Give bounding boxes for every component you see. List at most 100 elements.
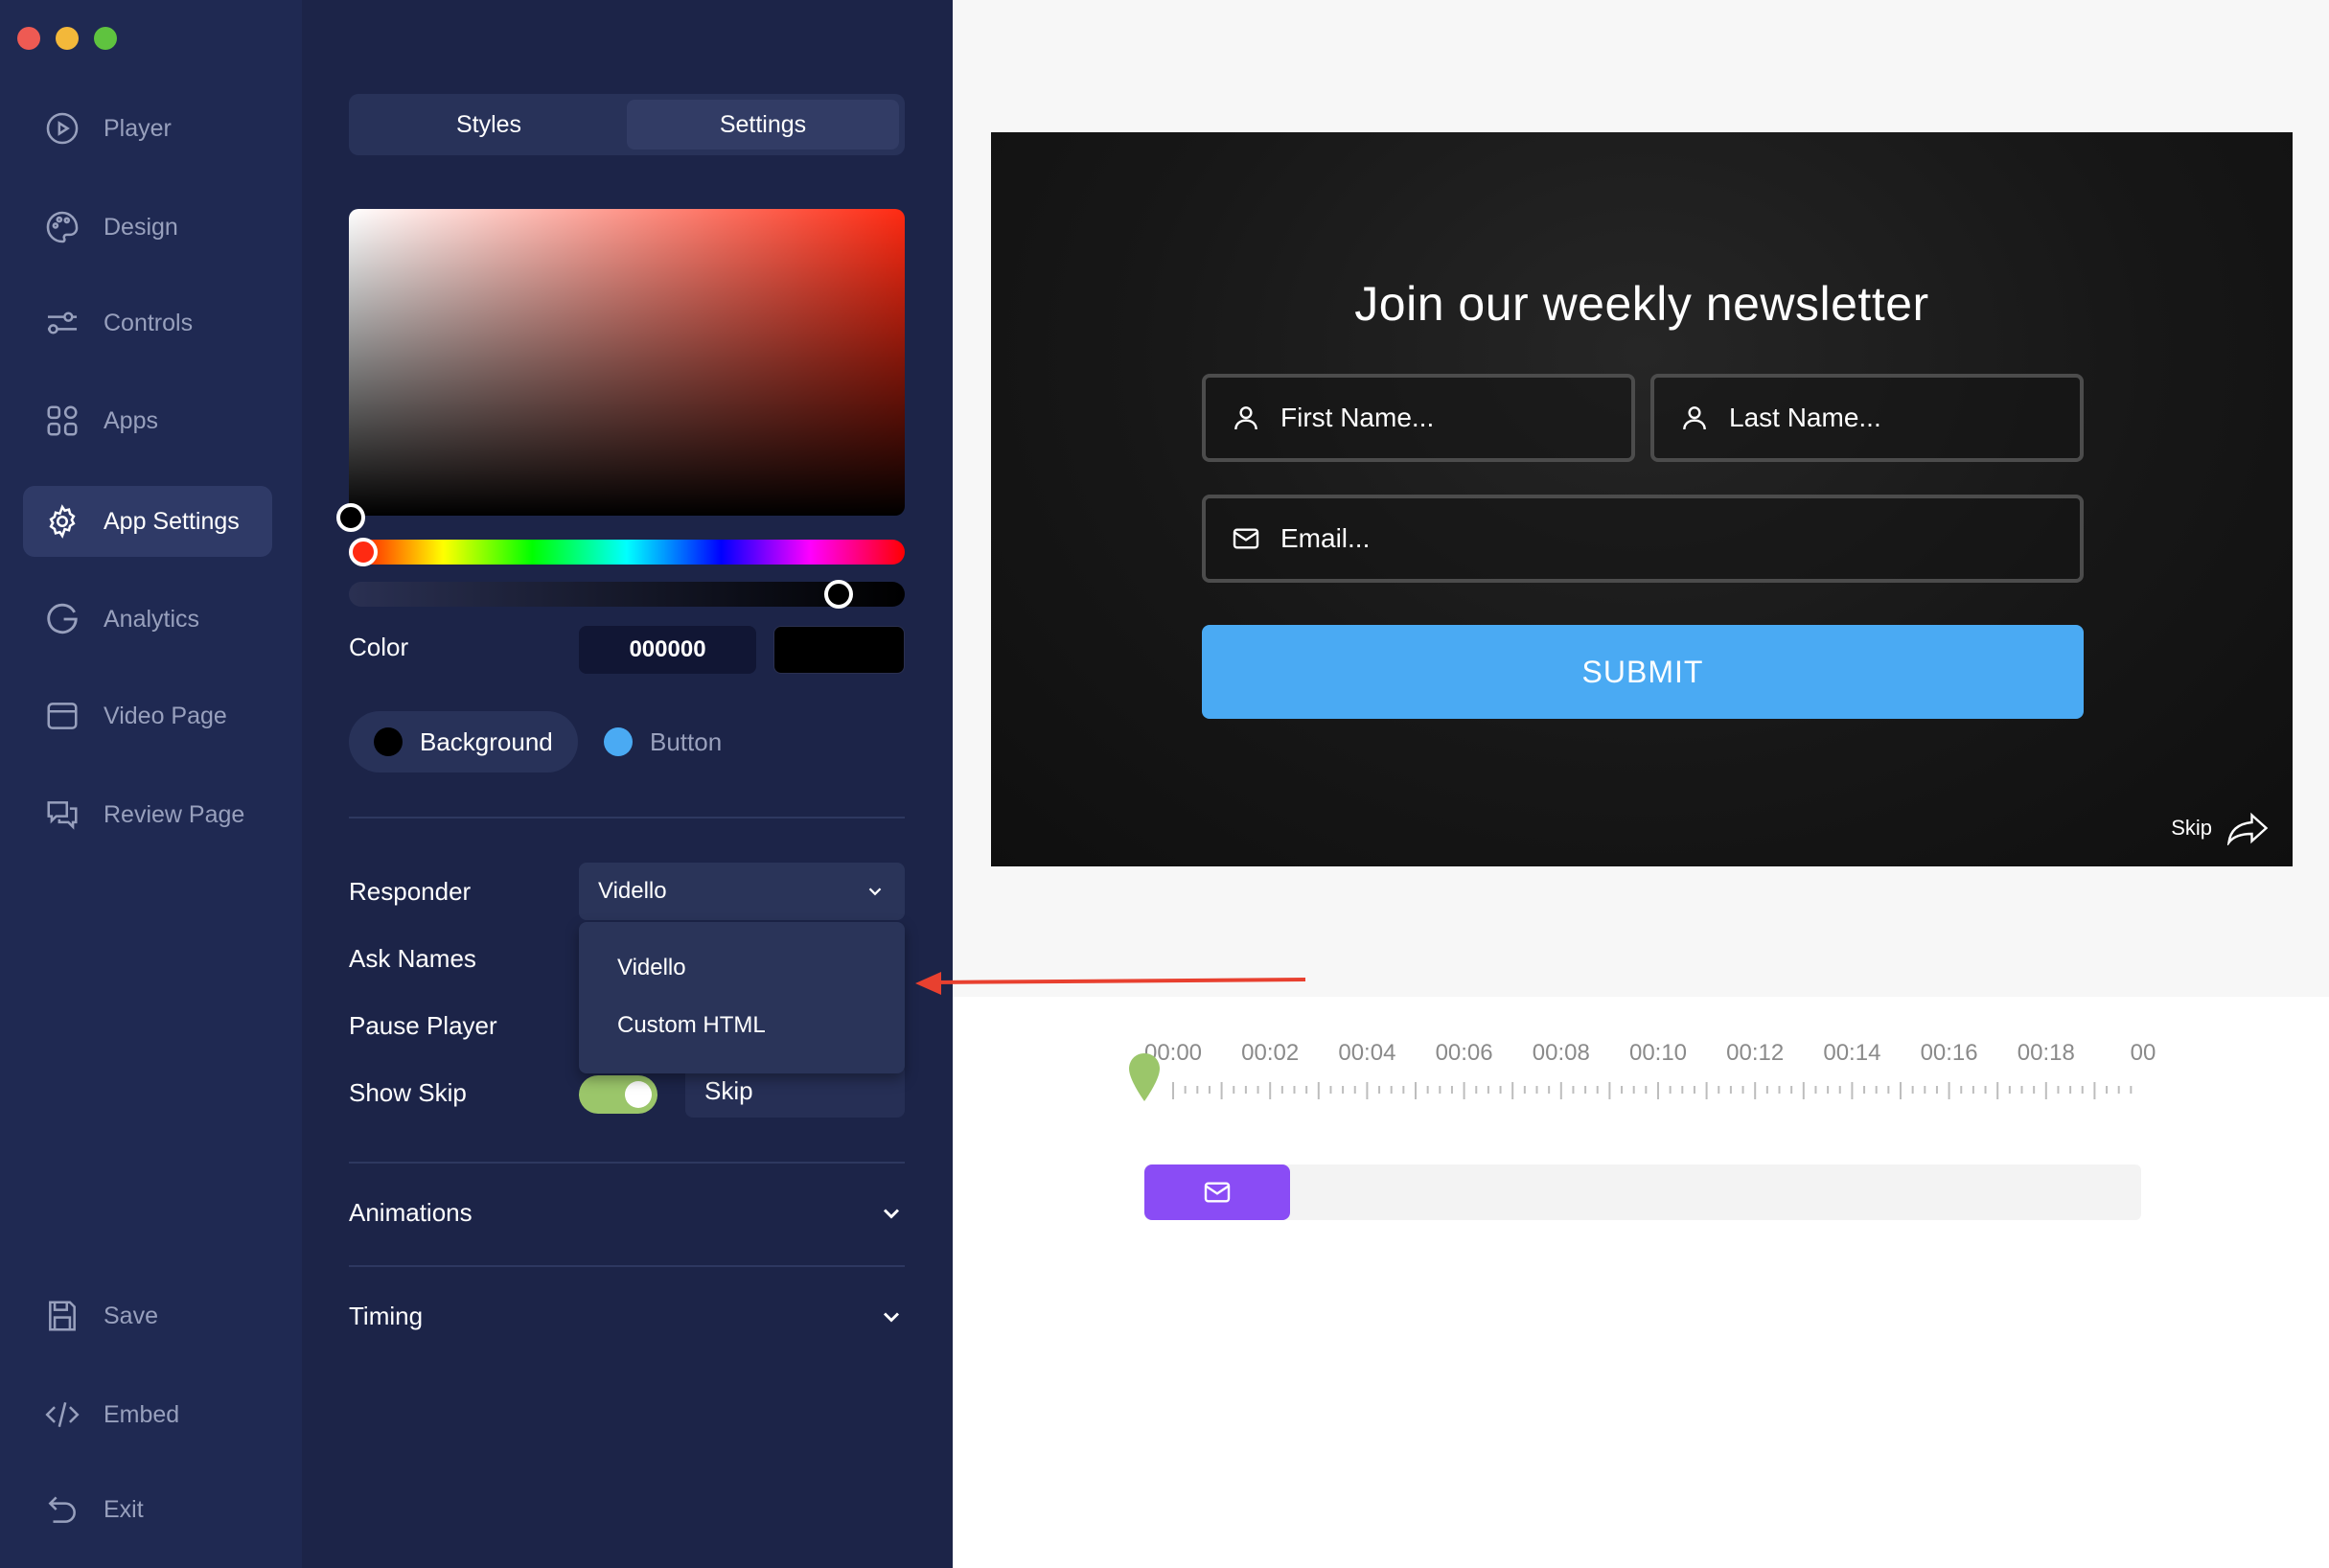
apps-grid-icon [47,405,78,436]
timing-accordion[interactable]: Timing [349,1302,905,1331]
hue-handle[interactable] [349,538,378,566]
submit-button[interactable]: SUBMIT [1202,625,2084,719]
opacity-slider[interactable] [349,582,905,607]
color-label: Color [349,633,409,661]
responder-value: Vidello [598,878,667,904]
color-saturation-area[interactable] [349,209,905,516]
nav-item-exit[interactable]: Exit [23,1474,272,1545]
divider [349,1162,905,1164]
responder-dropdown-menu: Vidello Custom HTML [579,922,905,1073]
code-icon [45,1402,80,1427]
first-name-placeholder: First Name... [1280,403,1435,432]
user-icon [1683,406,1706,430]
show-skip-label: Show Skip [349,1078,467,1107]
video-preview: Join our weekly newsletter First Name...… [991,132,2293,866]
nav-item-label: Player [104,114,172,142]
newsletter-title: Join our weekly newsletter [1354,277,1929,331]
timeline-tick-label: 00 [2130,1040,2156,1066]
responder-label: Responder [349,877,472,906]
timeline-track[interactable] [1144,1164,2141,1220]
nav-item-label: Save [104,1302,158,1329]
nav-item-label: Analytics [104,605,200,633]
nav-item-label: Design [104,213,178,241]
target-button-label: Button [650,726,723,756]
animations-accordion[interactable]: Animations [349,1198,905,1228]
panel-tabs: Styles Settings [349,94,905,155]
share-forward-icon [2226,812,2269,845]
nav-item-player[interactable]: Player [23,93,272,164]
nav-item-label: Apps [104,406,158,434]
timing-label: Timing [349,1302,424,1330]
divider [349,1265,905,1267]
nav-item-label: App Settings [104,507,240,535]
settings-panel: Styles Settings Color 000000 Background … [302,0,953,1568]
email-field[interactable]: Email... [1202,495,2084,583]
hue-slider[interactable] [349,540,905,565]
user-icon [1234,406,1257,430]
newsletter-clip[interactable] [1144,1164,1290,1220]
background-color-dot [374,727,403,756]
color-hex-input[interactable]: 000000 [579,626,756,674]
email-placeholder: Email... [1280,523,1371,553]
timeline-tick-label: 00:04 [1338,1040,1396,1066]
skip-label: Skip [2171,816,2212,840]
nav-item-video-page[interactable]: Video Page [23,680,272,751]
timeline-ruler[interactable] [1144,1078,2141,1117]
nav-item-apps[interactable]: Apps [23,385,272,456]
opacity-handle[interactable] [824,580,853,609]
nav-item-label: Controls [104,309,194,336]
target-button-button[interactable]: Button [579,711,747,772]
browser-window-icon [47,703,78,729]
dropdown-option-vidello[interactable]: Vidello [617,955,686,981]
first-name-field[interactable]: First Name... [1202,374,1635,462]
timeline: 00:00 00:02 00:04 00:06 00:08 00:10 00:12 00:14… [1129,1040,2156,1232]
button-color-dot [604,727,633,756]
tab-styles[interactable]: Styles [355,100,623,150]
timeline-tick-label: 00:06 [1435,1040,1493,1066]
chevron-down-icon [883,1208,900,1219]
nav-item-label: Exit [104,1495,144,1523]
nav-item-label: Embed [104,1400,180,1428]
nav-item-label: Review Page [104,800,245,828]
divider [349,817,905,819]
floppy-disk-icon [49,1301,76,1331]
play-circle-icon [46,112,79,145]
window-minimize-button[interactable] [56,27,79,50]
chevron-down-icon [883,1311,900,1323]
nav-item-embed[interactable]: Embed [23,1379,272,1450]
palette-icon [46,211,79,243]
target-background-button[interactable]: Background [349,711,578,772]
target-background-label: Background [420,726,553,756]
nav-item-review-page[interactable]: Review Page [23,779,272,850]
last-name-field[interactable]: Last Name... [1650,374,2084,462]
nav-item-design[interactable]: Design [23,192,272,263]
tab-settings[interactable]: Settings [627,100,899,150]
chat-bubbles-icon [47,801,78,830]
nav-item-analytics[interactable]: Analytics [23,584,272,655]
timeline-tick-label: 00:08 [1532,1040,1590,1066]
mail-icon [1204,1182,1231,1203]
nav-item-app-settings[interactable]: App Settings [23,486,272,557]
show-skip-toggle[interactable] [579,1075,657,1114]
nav-item-save[interactable]: Save [23,1280,272,1351]
responder-select[interactable]: Vidello [579,863,905,920]
pause-player-label: Pause Player [349,1011,497,1040]
chevron-down-icon [868,888,882,896]
toggle-knob [625,1081,652,1108]
saturation-handle[interactable] [336,503,365,532]
color-swatch[interactable] [773,626,905,674]
nav-item-controls[interactable]: Controls [23,288,272,358]
nav-item-label: Video Page [104,702,227,729]
analytics-g-icon [47,603,78,634]
window-close-button[interactable] [17,27,40,50]
timeline-tick-label: 00:12 [1726,1040,1785,1066]
dropdown-option-custom-html[interactable]: Custom HTML [617,1012,766,1039]
preview-area: Join our weekly newsletter First Name...… [953,0,2329,997]
window-zoom-button[interactable] [94,27,117,50]
playhead-marker-icon[interactable] [1127,1051,1162,1103]
skip-button[interactable]: Skip [2171,811,2270,845]
mail-icon [1233,528,1259,549]
animations-label: Animations [349,1198,473,1227]
sliders-icon [47,311,78,334]
ask-names-label: Ask Names [349,944,476,973]
